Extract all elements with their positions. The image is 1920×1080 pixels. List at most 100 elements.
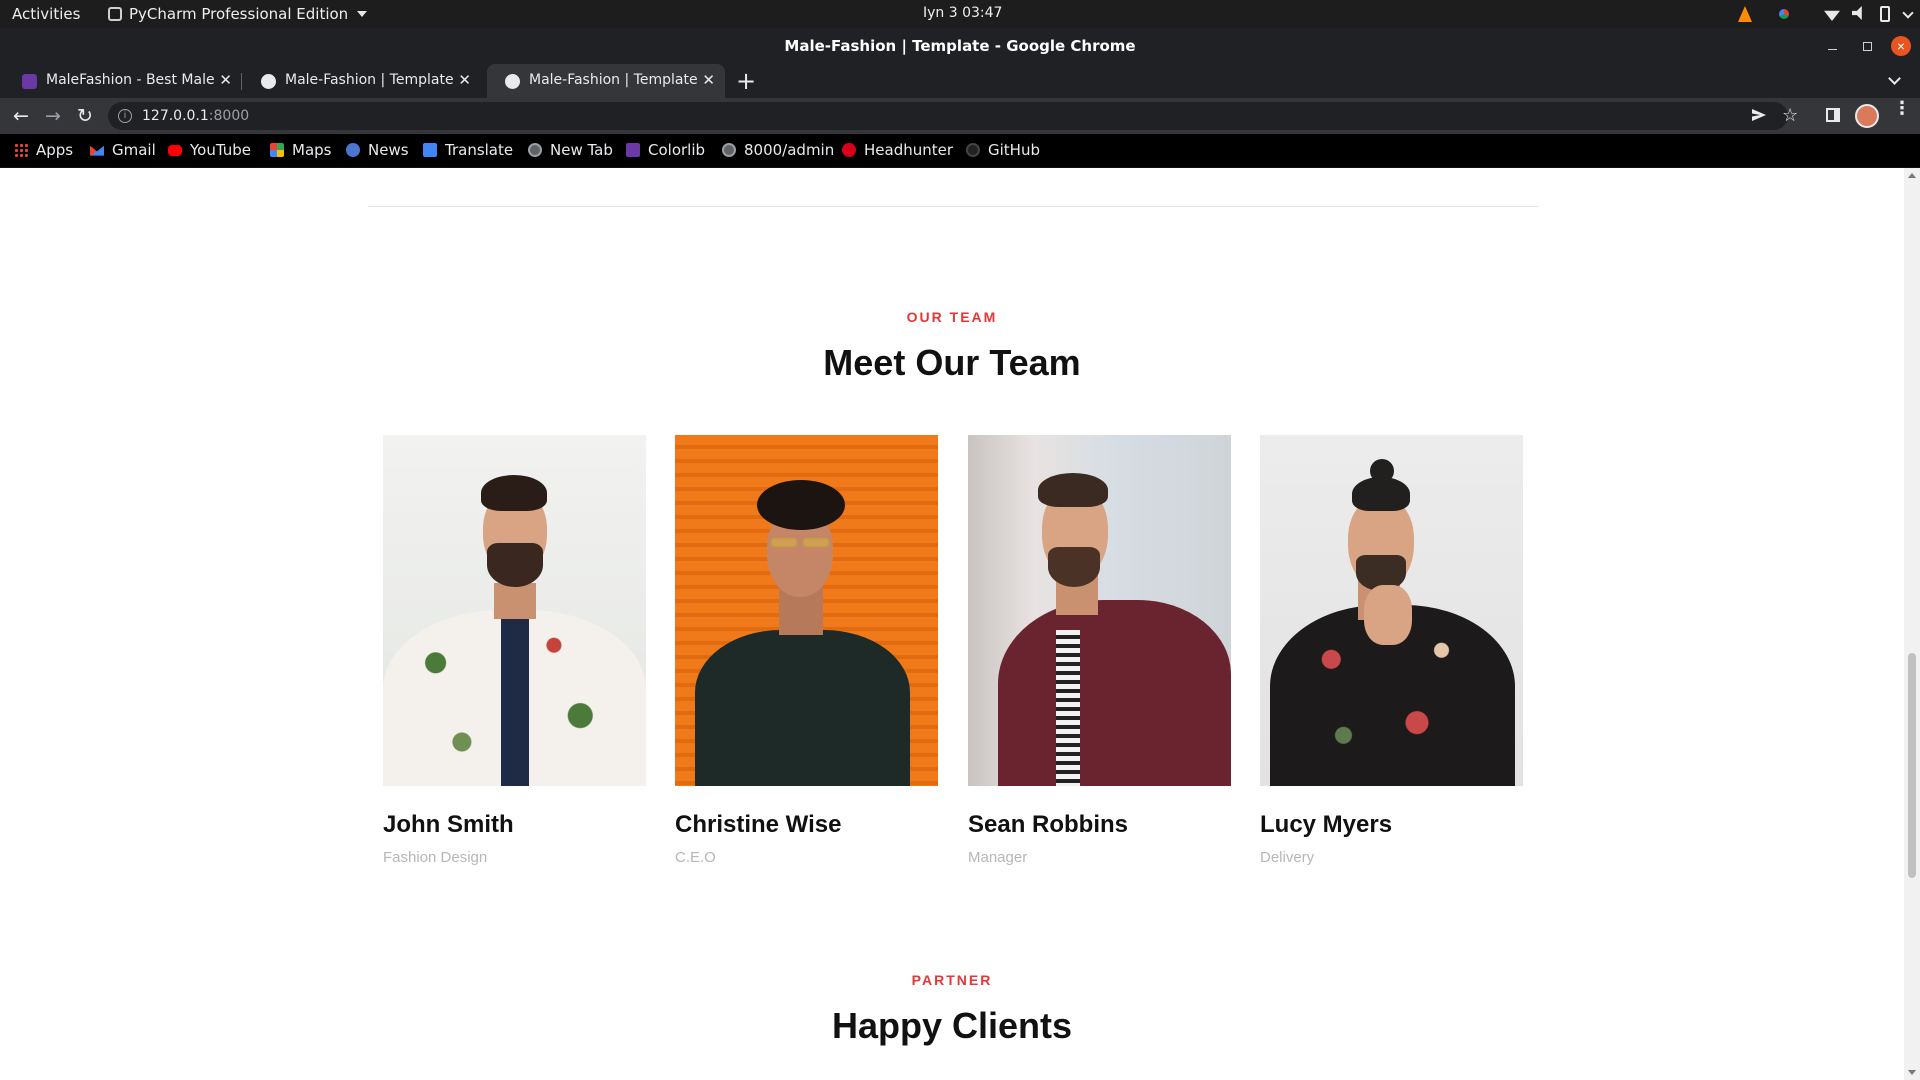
colorlib-favicon-icon [22,74,37,89]
system-menu-caret-icon[interactable] [1902,7,1914,19]
translate-icon [423,143,437,157]
bookmark-apps[interactable]: Apps [14,141,73,159]
team-member-role: Delivery [1260,849,1315,866]
bookmark-label: News [368,141,409,159]
tab-title: Male-Fashion | Template [285,72,454,88]
vlc-icon[interactable] [1738,6,1752,22]
team-member-photo [383,435,646,786]
bookmark-gmail[interactable]: Gmail [90,141,156,159]
volume-icon[interactable] [1852,6,1862,20]
profile-avatar[interactable] [1855,104,1879,128]
bookmark-label: Apps [36,141,74,159]
forward-arrow-icon[interactable]: → [42,105,64,127]
tab-title: MaleFashion - Best Male F [46,72,216,88]
bookmark-headhunter[interactable]: Headhunter [842,141,953,159]
bookmark-translate[interactable]: Translate [423,141,513,159]
news-icon [346,143,360,157]
team-section-title: Meet Our Team [823,342,1081,383]
team-member-name: Lucy Myers [1260,811,1393,838]
tab-strip: MaleFashion - Best Male F ✕ Male-Fashion… [0,64,1920,98]
globe-favicon-icon [505,74,520,89]
tab-close-icon[interactable]: ✕ [219,71,232,89]
github-icon [966,143,980,157]
team-member-photo [968,435,1231,786]
app-menu[interactable]: PyCharm Professional Edition [108,5,368,23]
tab-close-icon[interactable]: ✕ [458,71,471,89]
bookmark-label: Gmail [112,141,156,159]
team-member-photo [675,435,938,786]
team-member-role: Fashion Design [383,849,488,866]
window-title-bar: Male-Fashion | Template - Google Chrome … [0,28,1920,64]
bookmark-maps[interactable]: Maps [270,141,331,159]
close-window-button[interactable]: × [1891,36,1911,56]
tab-separator [241,73,242,90]
bookmark-label: 8000/admin [744,141,835,159]
section-divider [368,206,1538,207]
bookmark-label: New Tab [550,141,613,159]
team-member-name: John Smith [383,811,514,838]
headhunter-icon [842,143,856,157]
bookmark-label: YouTube [190,141,251,159]
team-section-label: OUR TEAM [906,309,998,325]
minimize-button[interactable] [1823,36,1843,56]
tab-male-fashion-template[interactable]: Male-Fashion | Template ✕ [243,64,481,98]
colorlib-icon [626,143,640,157]
globe-icon [722,143,736,157]
bookmark-star-icon[interactable]: ☆ [1782,105,1798,126]
window-title: Male-Fashion | Template - Google Chrome [784,37,1136,55]
team-member-role: C.E.O [675,849,716,866]
bookmark-github[interactable]: GitHub [966,141,1040,159]
maps-icon [270,143,284,157]
app-menu-label: PyCharm Professional Edition [129,5,349,23]
kebab-menu-icon[interactable]: ⋮ [1893,99,1911,117]
url-port: :8000 [208,108,250,124]
bookmark-youtube[interactable]: YouTube [168,141,251,159]
wifi-icon[interactable] [1824,10,1840,21]
scroll-up-arrow-icon[interactable] [1908,173,1916,178]
new-tab-plus-icon[interactable]: + [736,67,756,95]
bookmark-label: Translate [445,141,514,159]
partner-section-label: PARTNER [911,972,993,988]
maximize-button[interactable] [1857,36,1877,56]
side-panel-icon[interactable] [1826,108,1840,122]
team-member-name: Christine Wise [675,811,842,838]
reload-icon[interactable]: ↻ [74,105,96,127]
scrollbar-thumb[interactable] [1908,653,1916,878]
pycharm-app-icon [108,7,122,21]
apps-grid-icon [14,143,28,157]
address-bar[interactable]: i 127.0.0.1:8000 [108,102,1788,130]
youtube-icon [168,144,182,156]
partner-section-title: Happy Clients [831,1005,1073,1046]
bookmark-news[interactable]: News [346,141,409,159]
scroll-down-arrow-icon[interactable] [1908,1070,1916,1075]
os-top-bar: Activities PyCharm Professional Edition … [0,0,1920,28]
system-tray[interactable] [1690,0,1920,28]
site-info-icon[interactable]: i [118,109,132,123]
battery-icon[interactable] [1880,6,1890,22]
globe-favicon-icon [261,74,276,89]
bookmark-label: Maps [292,141,332,159]
tab-malefashion-best[interactable]: MaleFashion - Best Male F ✕ [4,64,242,98]
page-scrollbar[interactable] [1904,168,1920,1080]
bookmark-label: Headhunter [864,141,954,159]
clock[interactable]: Iyn 3 03:47 [923,5,1002,21]
gmail-icon [90,145,104,156]
back-arrow-icon[interactable]: ← [10,105,32,127]
url-host: 127.0.0.1 [142,108,209,124]
tab-search-chevron-icon[interactable] [1888,72,1901,85]
team-member-role: Manager [968,849,1028,866]
tab-male-fashion-template-active[interactable]: Male-Fashion | Template ✕ [487,64,725,98]
globe-icon [528,143,542,157]
page-content: OUR TEAM Meet Our Team John Smith Fashio… [0,168,1904,1080]
tab-close-icon[interactable]: ✕ [702,71,715,89]
chrome-tray-icon[interactable] [1776,6,1792,22]
tab-title: Male-Fashion | Template [529,72,698,88]
caret-down-icon [357,11,368,17]
bookmark-label: Colorlib [648,141,706,159]
bookmark-8000-admin[interactable]: 8000/admin [722,141,834,159]
url-text[interactable]: 127.0.0.1:8000 [142,108,249,124]
activities-button[interactable]: Activities [12,5,80,23]
bookmark-colorlib[interactable]: Colorlib [626,141,705,159]
team-member-photo [1260,435,1523,786]
bookmark-new-tab[interactable]: New Tab [528,141,613,159]
